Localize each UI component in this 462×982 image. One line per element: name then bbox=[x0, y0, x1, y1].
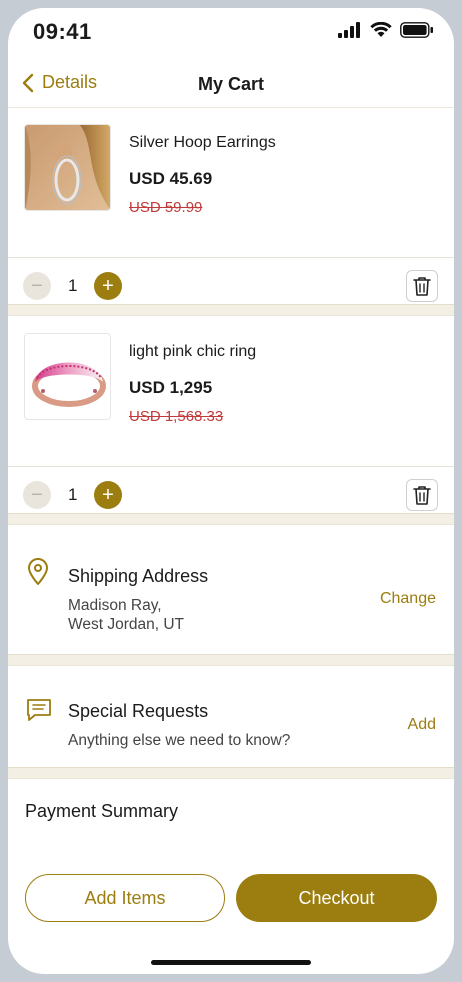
product-name: Silver Hoop Earrings bbox=[129, 134, 276, 151]
product-name: light pink chic ring bbox=[129, 343, 257, 360]
product-image-earrings[interactable] bbox=[24, 124, 111, 211]
product-old-price: USD 1,568.33 bbox=[129, 408, 224, 425]
home-indicator[interactable] bbox=[151, 960, 311, 965]
status-bar: 09:41 bbox=[8, 8, 454, 58]
separator bbox=[8, 304, 454, 316]
device-frame: 09:41 Details My Cart Silver Hoop Earrin… bbox=[0, 0, 462, 982]
quantity-minus-button[interactable]: − bbox=[23, 272, 51, 300]
delete-item-button[interactable] bbox=[406, 270, 438, 302]
product-price: USD 1,295 bbox=[129, 378, 213, 397]
nav-bar: Details My Cart bbox=[8, 62, 454, 108]
product-image-ring[interactable] bbox=[24, 333, 111, 420]
location-pin-icon bbox=[28, 558, 48, 585]
separator bbox=[8, 513, 454, 525]
signal-icon bbox=[338, 22, 360, 38]
minus-icon: − bbox=[31, 484, 43, 506]
screen: 09:41 Details My Cart Silver Hoop Earrin… bbox=[8, 8, 454, 974]
checkout-button[interactable]: Checkout bbox=[236, 874, 437, 922]
status-time: 09:41 bbox=[33, 19, 92, 44]
wifi-icon bbox=[370, 22, 392, 37]
minus-icon: − bbox=[31, 275, 43, 297]
delete-item-button[interactable] bbox=[406, 479, 438, 511]
quantity-plus-button[interactable]: + bbox=[94, 272, 122, 300]
page-title: My Cart bbox=[197, 74, 264, 94]
shipping-line-2: West Jordan, UT bbox=[68, 616, 185, 633]
plus-icon: + bbox=[102, 484, 114, 506]
quantity-value: 1 bbox=[68, 485, 78, 504]
message-icon bbox=[27, 699, 51, 721]
status-icons bbox=[338, 22, 434, 38]
trash-icon bbox=[413, 277, 431, 296]
quantity-plus-button[interactable]: + bbox=[94, 481, 122, 509]
change-address-button[interactable]: Change bbox=[380, 590, 436, 608]
cart-item-ring: light pink chic ring USD 1,295 USD 1,568… bbox=[8, 317, 454, 513]
quantity-minus-button[interactable]: − bbox=[23, 481, 51, 509]
battery-icon bbox=[400, 22, 433, 38]
shipping-title: Shipping Address bbox=[68, 566, 209, 586]
trash-icon bbox=[413, 486, 431, 505]
shipping-address-section: Shipping Address Madison Ray, West Jorda… bbox=[8, 526, 454, 654]
separator bbox=[8, 767, 454, 779]
product-price: USD 45.69 bbox=[129, 169, 213, 188]
payment-summary-title: Payment Summary bbox=[25, 801, 179, 821]
shipping-line-1: Madison Ray, bbox=[68, 597, 162, 614]
separator bbox=[8, 654, 454, 666]
requests-text[interactable]: Anything else we need to know? bbox=[68, 731, 290, 751]
cart-item-earrings: Silver Hoop Earrings USD 45.69 USD 59.99… bbox=[8, 108, 454, 304]
special-requests-section: Special Requests Anything else we need t… bbox=[8, 667, 454, 767]
product-old-price: USD 59.99 bbox=[129, 199, 203, 216]
add-request-button[interactable]: Add bbox=[408, 716, 436, 734]
quantity-value: 1 bbox=[68, 276, 78, 295]
plus-icon: + bbox=[102, 275, 114, 297]
add-items-button[interactable]: Add Items bbox=[25, 874, 225, 922]
requests-title: Special Requests bbox=[68, 701, 209, 721]
